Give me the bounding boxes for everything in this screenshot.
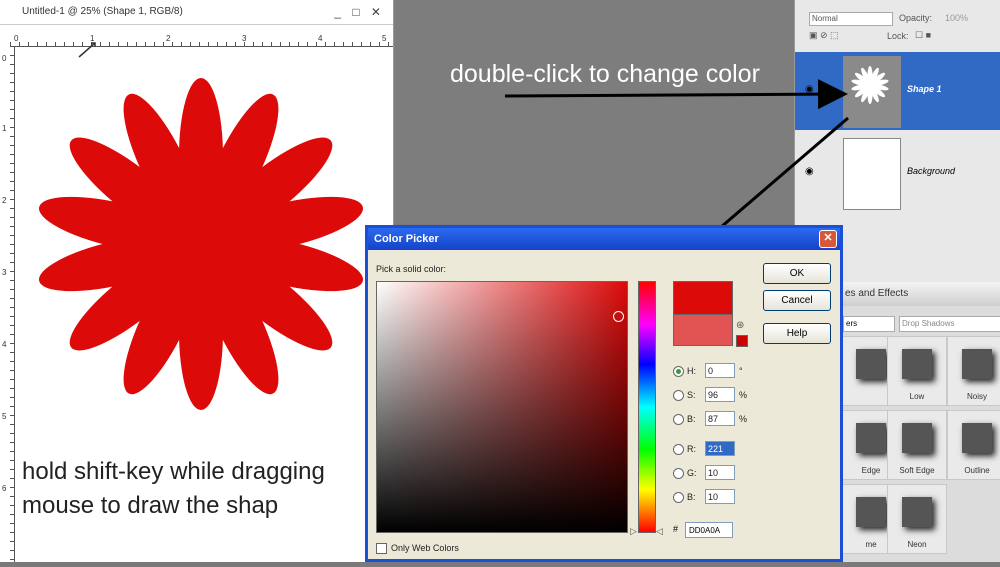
brightness-label: B: (687, 414, 696, 424)
saturation-input[interactable]: 96 (705, 387, 735, 402)
hue-input[interactable]: 0 (705, 363, 735, 378)
brightness-radio[interactable] (673, 414, 684, 425)
ok-button[interactable]: OK (763, 263, 831, 284)
red-input[interactable]: 221 (705, 441, 735, 456)
blue-input[interactable]: 10 (705, 489, 735, 504)
hue-slider[interactable] (638, 281, 656, 533)
saturation-unit: % (739, 390, 748, 400)
only-web-colors-label: Only Web Colors (391, 543, 459, 553)
dialog-title: Color Picker (374, 233, 439, 245)
web-safe-warning-icon[interactable]: ⊛ (736, 320, 744, 331)
only-web-colors-option[interactable]: Only Web Colors (376, 543, 459, 555)
green-radio[interactable] (673, 468, 684, 479)
blue-radio[interactable] (673, 492, 684, 503)
hue-unit: ° (739, 366, 743, 376)
saturation-radio[interactable] (673, 390, 684, 401)
cancel-button[interactable]: Cancel (763, 290, 831, 311)
color-selector-ring[interactable] (613, 311, 624, 322)
help-button[interactable]: Help (763, 323, 831, 344)
green-input[interactable]: 10 (705, 465, 735, 480)
hue-slider-right-arrow-icon[interactable]: ◁ (656, 526, 663, 537)
saturation-brightness-field[interactable] (376, 281, 628, 533)
close-icon[interactable]: ✕ (819, 230, 837, 248)
arrow-to-layer-thumb (504, 79, 848, 110)
color-picker-dialog: Color Picker ✕ Pick a solid color: ▷ ◁ ⊛… (365, 225, 843, 562)
dialog-title-bar[interactable]: Color Picker ✕ (368, 228, 840, 250)
pick-color-label: Pick a solid color: (376, 264, 447, 274)
hue-label: H: (687, 366, 696, 376)
web-safe-swatch[interactable] (736, 335, 748, 347)
hue-radio[interactable] (673, 366, 684, 377)
blue-label: B: (687, 492, 696, 502)
new-color-swatch (673, 281, 733, 314)
hex-label: # (673, 524, 679, 534)
brightness-unit: % (739, 414, 748, 424)
hue-slider-left-arrow-icon[interactable]: ▷ (630, 526, 637, 537)
current-color-swatch[interactable] (673, 314, 733, 346)
only-web-colors-checkbox[interactable] (376, 543, 387, 555)
saturation-label: S: (687, 390, 696, 400)
red-label: R: (687, 444, 696, 454)
green-label: G: (687, 468, 697, 478)
hex-field-row: # DD0A0A (673, 522, 733, 540)
brightness-input[interactable]: 87 (705, 411, 735, 426)
hex-input[interactable]: DD0A0A (685, 522, 733, 538)
red-radio[interactable] (673, 444, 684, 455)
